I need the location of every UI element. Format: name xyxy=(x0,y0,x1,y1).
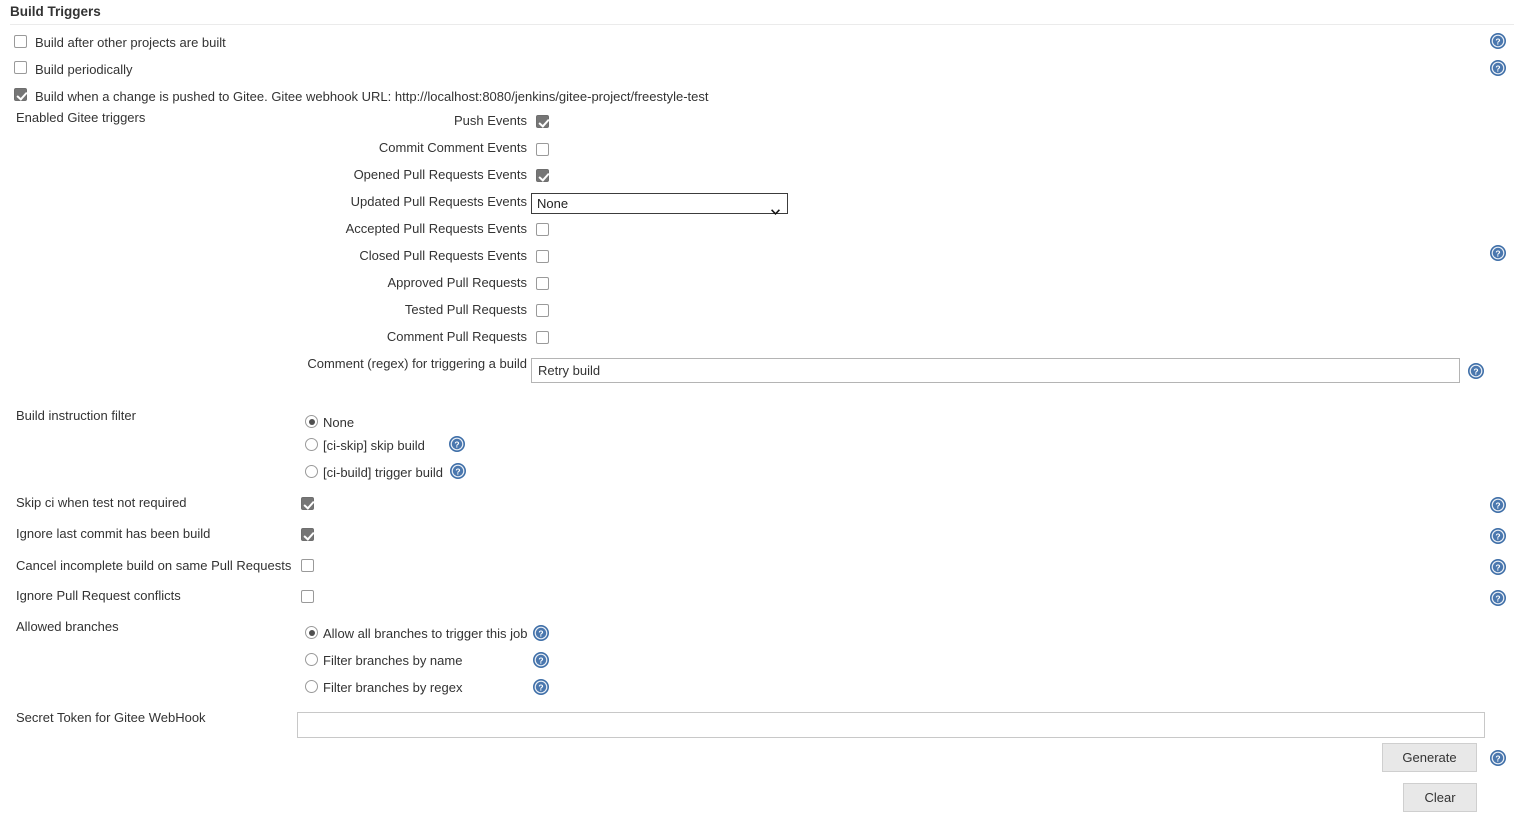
label-cancel-incomplete-build-on-same-pull-requests: Cancel incomplete build on same Pull Req… xyxy=(16,558,292,573)
help-icon-ignore-pull-request-conflicts[interactable]: ? xyxy=(1490,590,1506,606)
svg-text:?: ? xyxy=(1495,754,1500,764)
select-updated-pull-requests-events[interactable]: None xyxy=(531,193,788,215)
label-updated-pull-requests-events: Updated Pull Requests Events xyxy=(350,194,527,209)
label-push-events: Push Events xyxy=(454,113,527,128)
label-filter-branches-by-name: Filter branches by name xyxy=(323,653,463,668)
checkbox-build-on-gitee-push[interactable] xyxy=(14,88,27,101)
label-build-periodically: Build periodically xyxy=(35,62,133,77)
svg-text:?: ? xyxy=(454,440,459,450)
radio-allow-all-branches[interactable] xyxy=(305,626,318,639)
label-comment-regex: Comment (regex) for triggering a build xyxy=(307,356,527,371)
help-icon-filter-branches-by-name[interactable]: ? xyxy=(533,652,549,668)
svg-text:?: ? xyxy=(1495,64,1500,74)
help-icon-comment-regex[interactable]: ? xyxy=(1468,363,1484,379)
help-icon-build-periodically[interactable]: ? xyxy=(1490,60,1506,76)
label-build-filter-none: None xyxy=(323,415,355,430)
checkbox-approved-pull-requests[interactable] xyxy=(536,277,549,290)
label-closed-pull-requests-events: Closed Pull Requests Events xyxy=(359,248,527,263)
label-accepted-pull-requests-events: Accepted Pull Requests Events xyxy=(345,221,527,236)
checkbox-comment-pull-requests[interactable] xyxy=(536,331,549,344)
radio-filter-branches-by-regex[interactable] xyxy=(305,680,318,693)
svg-text:?: ? xyxy=(1495,249,1500,259)
label-comment-pull-requests: Comment Pull Requests xyxy=(386,329,527,344)
checkbox-ignore-last-commit-has-been-build[interactable] xyxy=(301,528,314,541)
label-build-on-gitee-push: Build when a change is pushed to Gitee. … xyxy=(35,89,709,104)
svg-text:?: ? xyxy=(1495,563,1500,573)
checkbox-build-periodically[interactable] xyxy=(14,61,27,74)
label-build-filter-ci-skip: [ci-skip] skip build xyxy=(323,438,425,453)
help-icon-build-after-other-projects[interactable]: ? xyxy=(1490,33,1506,49)
svg-text:?: ? xyxy=(455,467,460,477)
radio-build-filter-ci-build[interactable] xyxy=(305,465,318,478)
checkbox-accepted-pull-requests-events[interactable] xyxy=(536,223,549,236)
help-icon-build-filter-ci-skip[interactable]: ? xyxy=(449,436,465,452)
label-ignore-last-commit-has-been-build: Ignore last commit has been build xyxy=(16,526,211,541)
label-tested-pull-requests: Tested Pull Requests xyxy=(404,302,527,317)
generate-button[interactable]: Generate xyxy=(1382,743,1477,772)
label-approved-pull-requests: Approved Pull Requests xyxy=(387,275,527,290)
help-icon-allow-all-branches[interactable]: ? xyxy=(533,625,549,641)
label-opened-pull-requests-events: Opened Pull Requests Events xyxy=(353,167,527,182)
input-secret-token[interactable] xyxy=(297,712,1485,738)
checkbox-tested-pull-requests[interactable] xyxy=(536,304,549,317)
checkbox-skip-ci-when-test-not-required[interactable] xyxy=(301,497,314,510)
label-allowed-branches: Allowed branches xyxy=(16,619,119,634)
label-build-instruction-filter: Build instruction filter xyxy=(16,408,136,423)
svg-text:?: ? xyxy=(1473,367,1478,377)
label-ignore-pull-request-conflicts: Ignore Pull Request conflicts xyxy=(16,588,181,603)
checkbox-opened-pull-requests-events[interactable] xyxy=(536,169,549,182)
chevron-down-icon xyxy=(771,201,780,215)
radio-filter-branches-by-name[interactable] xyxy=(305,653,318,666)
help-icon-ignore-last-commit-has-been-build[interactable]: ? xyxy=(1490,528,1506,544)
label-skip-ci-when-test-not-required: Skip ci when test not required xyxy=(16,495,187,510)
help-icon-skip-ci-when-test-not-required[interactable]: ? xyxy=(1490,497,1506,513)
checkbox-build-after-other-projects[interactable] xyxy=(14,35,27,48)
svg-text:?: ? xyxy=(1495,37,1500,47)
checkbox-cancel-incomplete-build-on-same-pull-requests[interactable] xyxy=(301,559,314,572)
label-secret-token: Secret Token for Gitee WebHook xyxy=(16,710,206,725)
radio-build-filter-none[interactable] xyxy=(305,415,318,428)
page-title: Build Triggers xyxy=(10,4,101,19)
help-icon-cancel-incomplete-build[interactable]: ? xyxy=(1490,559,1506,575)
label-build-after-other-projects: Build after other projects are built xyxy=(35,35,226,50)
clear-button[interactable]: Clear xyxy=(1403,783,1477,812)
label-build-filter-ci-build: [ci-build] trigger build xyxy=(323,465,443,480)
svg-text:?: ? xyxy=(1495,532,1500,542)
checkbox-closed-pull-requests-events[interactable] xyxy=(536,250,549,263)
radio-build-filter-ci-skip[interactable] xyxy=(305,438,318,451)
help-icon-secret-token[interactable]: ? xyxy=(1490,750,1506,766)
help-icon-filter-branches-by-regex[interactable]: ? xyxy=(533,679,549,695)
svg-text:?: ? xyxy=(1495,594,1500,604)
svg-text:?: ? xyxy=(1495,501,1500,511)
label-allow-all-branches: Allow all branches to trigger this job xyxy=(323,626,528,641)
svg-text:?: ? xyxy=(538,683,543,693)
help-icon-build-filter-ci-build[interactable]: ? xyxy=(450,463,466,479)
input-comment-regex[interactable] xyxy=(531,358,1460,383)
svg-text:?: ? xyxy=(538,629,543,639)
checkbox-ignore-pull-request-conflicts[interactable] xyxy=(301,590,314,603)
checkbox-push-events[interactable] xyxy=(536,115,549,128)
label-commit-comment-events: Commit Comment Events xyxy=(378,140,527,155)
checkbox-commit-comment-events[interactable] xyxy=(536,143,549,156)
select-updated-pull-requests-value: None xyxy=(537,196,569,211)
svg-text:?: ? xyxy=(538,656,543,666)
section-divider xyxy=(10,24,1514,25)
label-filter-branches-by-regex: Filter branches by regex xyxy=(323,680,463,695)
help-icon-enabled-gitee-triggers[interactable]: ? xyxy=(1490,245,1506,261)
